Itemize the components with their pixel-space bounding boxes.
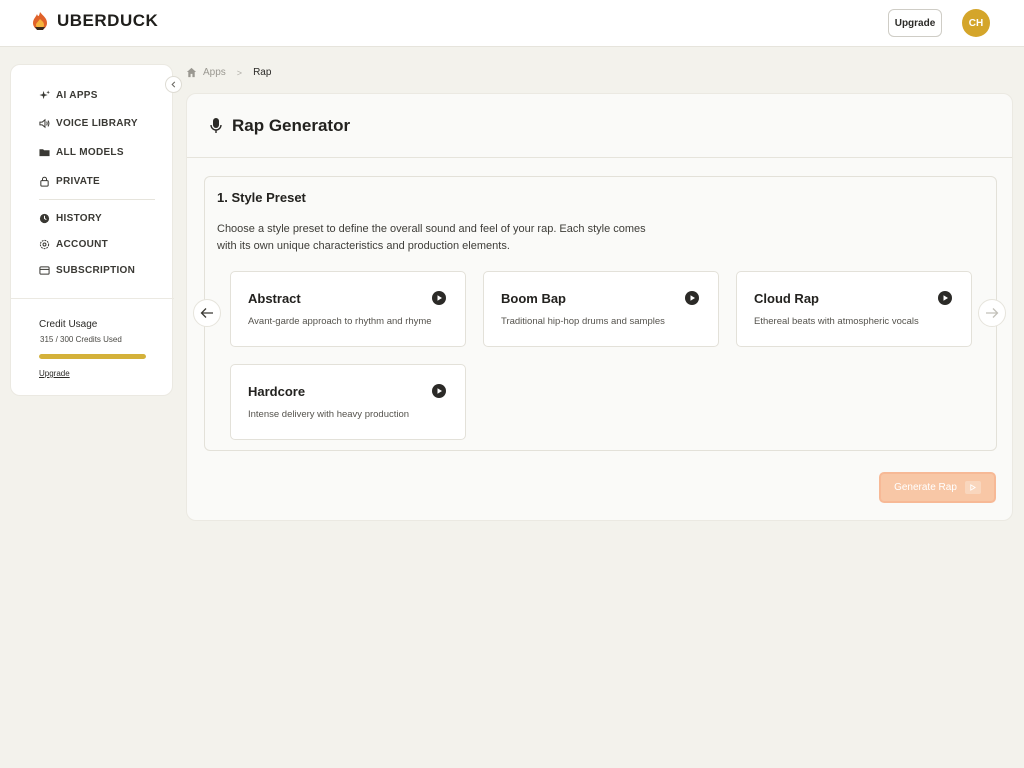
preset-description: Traditional hip-hop drums and samples: [501, 316, 665, 327]
preset-card-abstract[interactable]: Abstract Avant-garde approach to rhythm …: [230, 271, 466, 347]
speaker-icon: [39, 118, 50, 128]
sidebar-item-label: VOICE LIBRARY: [56, 117, 138, 129]
gear-icon: [39, 239, 50, 249]
section-title: 1. Style Preset: [217, 190, 306, 205]
logo[interactable]: UBERDUCK: [30, 11, 158, 31]
logo-text: UBERDUCK: [57, 11, 159, 30]
credit-usage-title: Credit Usage: [39, 319, 98, 330]
sidebar-item-ai-apps[interactable]: AI APPS: [39, 87, 98, 103]
clock-icon: [39, 213, 50, 223]
folder-icon: [39, 148, 50, 156]
card-header: Rap Generator: [187, 94, 1012, 158]
preset-description: Avant-garde approach to rhythm and rhyme: [248, 316, 432, 327]
preset-name: Cloud Rap: [754, 291, 819, 306]
preset-name: Abstract: [248, 291, 301, 306]
flame-logo-icon: [33, 12, 47, 30]
sidebar-item-private[interactable]: PRIVATE: [39, 173, 100, 189]
credit-usage-count: 315 / 300 Credits Used: [40, 335, 122, 344]
sidebar: AI APPS VOICE LIBRARY ALL MODELS PRIVATE…: [10, 64, 174, 396]
lock-icon: [40, 176, 49, 187]
sidebar-item-label: SUBSCRIPTION: [56, 264, 136, 276]
generate-rap-button[interactable]: Generate Rap: [879, 472, 996, 503]
credit-progress-bar: [39, 354, 146, 359]
preset-card-hardcore[interactable]: Hardcore Intense delivery with heavy pro…: [230, 364, 466, 440]
play-outline-icon: [964, 481, 981, 494]
upgrade-button[interactable]: Upgrade: [888, 9, 942, 37]
sidebar-item-label: ACCOUNT: [56, 238, 109, 250]
sidebar-item-history[interactable]: HISTORY: [39, 210, 102, 226]
user-avatar[interactable]: CH: [962, 9, 990, 37]
carousel-prev-button[interactable]: [193, 299, 221, 327]
sidebar-item-subscription[interactable]: SUBSCRIPTION: [39, 262, 135, 278]
chevron-left-icon: [171, 81, 176, 88]
sidebar-item-label: AI APPS: [56, 89, 98, 101]
sidebar-collapse-button[interactable]: [165, 76, 182, 93]
play-icon[interactable]: [685, 291, 699, 305]
generate-label: Generate Rap: [894, 482, 957, 493]
rap-generator-card: Rap Generator 1. Style Preset Choose a s…: [186, 93, 1013, 521]
sidebar-item-account[interactable]: ACCOUNT: [39, 236, 108, 252]
sidebar-item-label: PRIVATE: [56, 175, 100, 187]
sparkle-icon: [39, 89, 50, 99]
style-preset-section: 1. Style Preset Choose a style preset to…: [193, 176, 1006, 451]
breadcrumb-separator: >: [236, 67, 243, 78]
microphone-icon: [210, 117, 222, 133]
top-bar: UBERDUCK Upgrade CH: [0, 0, 1024, 47]
play-icon[interactable]: [938, 291, 952, 305]
sidebar-item-all-models[interactable]: ALL MODELS: [39, 144, 124, 160]
sidebar-item-label: ALL MODELS: [56, 146, 124, 158]
sidebar-divider: [11, 298, 174, 299]
arrow-right-icon: [986, 308, 999, 318]
credit-upgrade-link[interactable]: Upgrade: [39, 369, 70, 378]
preset-card-cloud-rap[interactable]: Cloud Rap Ethereal beats with atmospheri…: [736, 271, 972, 347]
breadcrumb-apps-link[interactable]: Apps: [203, 67, 226, 78]
play-icon[interactable]: [432, 291, 446, 305]
preset-name: Boom Bap: [501, 291, 566, 306]
breadcrumb-current: Rap: [253, 67, 272, 78]
credit-progress-fill: [39, 354, 146, 359]
section-description: Choose a style preset to define the over…: [217, 223, 646, 252]
sidebar-item-voice-library[interactable]: VOICE LIBRARY: [39, 115, 138, 131]
preset-name: Hardcore: [248, 384, 306, 399]
preset-description: Intense delivery with heavy production: [248, 409, 410, 420]
page-title: Rap Generator: [232, 115, 351, 135]
sidebar-item-label: HISTORY: [56, 212, 102, 224]
sidebar-divider: [39, 199, 155, 200]
play-icon[interactable]: [432, 384, 446, 398]
preset-description: Ethereal beats with atmospheric vocals: [754, 316, 919, 327]
arrow-left-icon: [200, 308, 213, 318]
carousel-next-button[interactable]: [978, 299, 1006, 327]
card-icon: [39, 265, 50, 275]
preset-card-boom-bap[interactable]: Boom Bap Traditional hip-hop drums and s…: [483, 271, 719, 347]
home-icon[interactable]: [186, 67, 197, 78]
breadcrumb: Apps > Rap: [186, 67, 271, 78]
